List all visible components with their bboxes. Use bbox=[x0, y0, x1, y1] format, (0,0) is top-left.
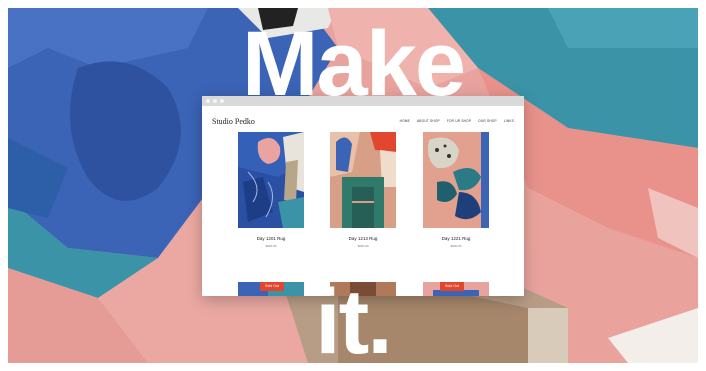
nav-item-about-shop[interactable]: ABOUT SHOP bbox=[417, 119, 440, 123]
product-card[interactable]: Day 1201 Rug $000.00 bbox=[231, 132, 311, 248]
nav-item-home[interactable]: HOME bbox=[400, 119, 410, 123]
nav-item-our-shop[interactable]: OUR SHOP bbox=[478, 119, 497, 123]
nav-item-for-ur-shop[interactable]: FOR UR SHOP bbox=[447, 119, 471, 123]
product-name[interactable]: Day 1221 Rug bbox=[416, 236, 496, 241]
product-price: $000.00 bbox=[265, 244, 277, 248]
product-image[interactable] bbox=[238, 132, 304, 228]
product-card[interactable]: Day 1221 Rug $000.00 bbox=[416, 132, 496, 248]
website-preview-window: Studio Pedko HOME ABOUT SHOP FOR UR SHOP… bbox=[202, 96, 524, 296]
product-image[interactable] bbox=[423, 132, 489, 228]
hero-banner: Make Studio Pedko HOME ABOUT SHOP FOR UR… bbox=[8, 8, 698, 363]
product-price: $000.00 bbox=[450, 244, 462, 248]
site-logo[interactable]: Studio Pedko bbox=[212, 117, 255, 126]
product-name[interactable]: Day 1213 Rug bbox=[323, 236, 403, 241]
product-name[interactable]: Day 1201 Rug bbox=[231, 236, 311, 241]
product-image[interactable] bbox=[330, 132, 396, 228]
product-price: $000.00 bbox=[357, 244, 369, 248]
site-navigation: HOME ABOUT SHOP FOR UR SHOP OUR SHOP LIN… bbox=[400, 119, 514, 123]
hero-title-make: Make bbox=[241, 13, 466, 115]
product-card[interactable]: Day 1213 Rug $000.00 bbox=[323, 132, 403, 248]
hero-title-it: it. bbox=[315, 271, 393, 363]
nav-item-links[interactable]: LINKS bbox=[504, 119, 514, 123]
